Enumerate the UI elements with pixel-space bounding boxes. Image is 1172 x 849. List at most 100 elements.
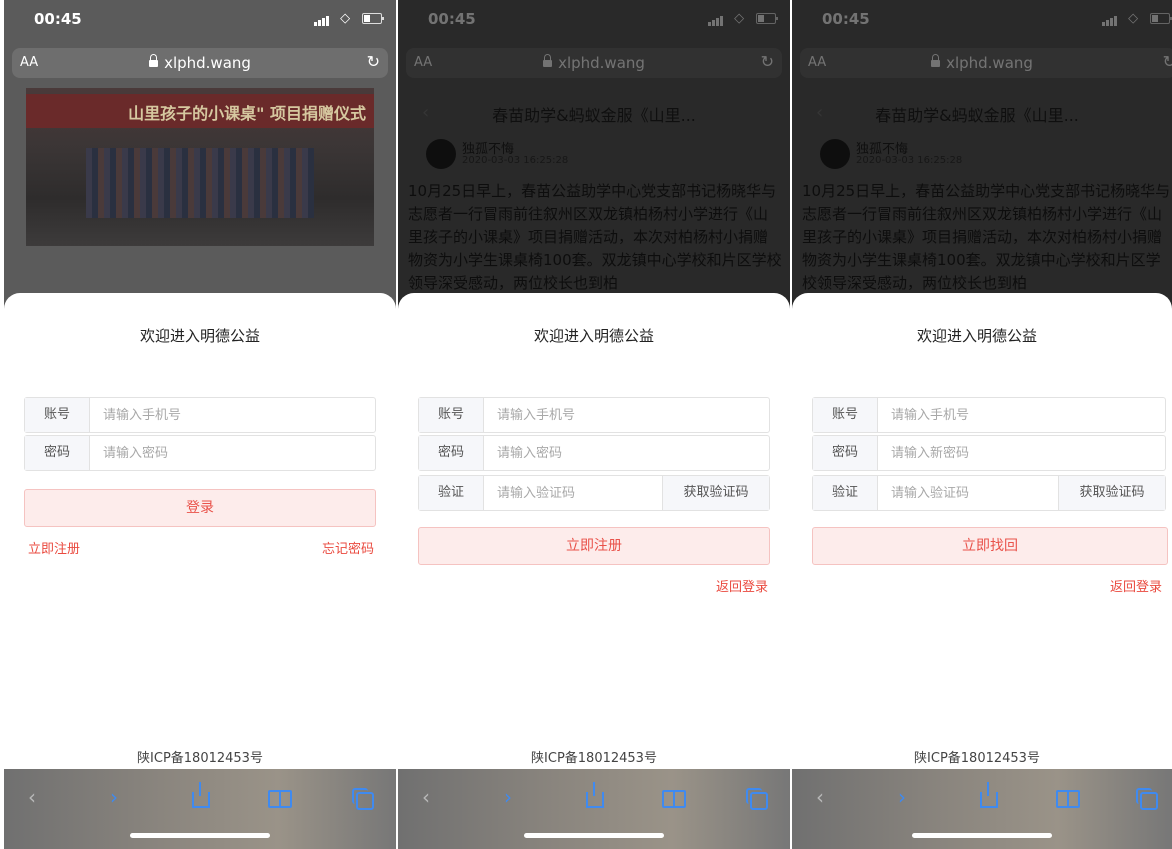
recover-sheet: 欢迎进入明德公益 账号 密码 验证 获取验证码 立即找回 返回登录 陕ICP备1… (792, 293, 1172, 849)
article-body: 10月25日早上，春苗公益助学中心党支部书记杨晓华与志愿者一行冒雨前往叙州区双龙… (802, 182, 1171, 292)
address-bar[interactable]: AA xlphd.wang ↻ (12, 48, 388, 78)
author-avatar (820, 139, 850, 169)
share-icon[interactable] (192, 782, 210, 813)
status-bar: 00:45 ◇ (4, 0, 396, 40)
address-domain: xlphd.wang (12, 54, 388, 72)
back-icon[interactable]: ‹ (816, 785, 824, 809)
tabs-icon[interactable] (352, 788, 374, 815)
register-sheet: 欢迎进入明德公益 账号 密码 验证 获取验证码 立即注册 返回登录 陕ICP备1… (398, 293, 790, 849)
address-bar[interactable]: AA xlphd.wang ↻ (800, 48, 1172, 78)
account-input[interactable] (877, 398, 1165, 432)
photo-banner-text: 山里孩子的小课桌" 项目捐赠仪式 (128, 104, 366, 123)
reload-icon[interactable]: ↻ (761, 52, 774, 71)
home-indicator (524, 833, 664, 838)
forward-icon[interactable]: › (898, 785, 906, 809)
welcome-title: 欢迎进入明德公益 (533, 327, 654, 345)
wifi-icon: ◇ (1128, 11, 1141, 26)
photo-banner: 山里孩子的小课桌" 项目捐赠仪式 (26, 94, 374, 128)
welcome-title: 欢迎进入明德公益 (916, 327, 1037, 345)
forward-icon[interactable]: › (110, 785, 118, 809)
account-row: 账号 (418, 397, 770, 433)
domain-text: xlphd.wang (164, 54, 251, 72)
address-domain: xlphd.wang (800, 54, 1164, 72)
password-input[interactable] (483, 436, 769, 470)
phone-register-screen: 00:45 ◇ AA xlphd.wang ↻ ‹ 春苗助学&蚂蚁金服《山里..… (398, 0, 790, 849)
tabs-icon[interactable] (1136, 788, 1158, 815)
status-icons: ◇ (1102, 11, 1172, 26)
lock-icon (149, 54, 159, 67)
verify-code-input[interactable] (483, 476, 663, 510)
account-label: 账号 (419, 398, 484, 432)
author-avatar (426, 139, 456, 169)
login-sheet: 欢迎进入明德公益 账号 密码 登录 立即注册 忘记密码 陕ICP备1801245… (4, 293, 396, 849)
password-label: 密码 (25, 436, 90, 470)
verify-code-input[interactable] (877, 476, 1059, 510)
signal-icon (314, 12, 330, 26)
browser-toolbar: ‹ › (4, 769, 396, 849)
status-icons: ◇ (314, 11, 384, 26)
article-timestamp: 2020-03-03 16:25:28 (462, 155, 569, 166)
bookmarks-icon[interactable] (1056, 789, 1080, 813)
account-input[interactable] (483, 398, 769, 432)
tabs-icon[interactable] (746, 788, 768, 815)
bookmarks-icon[interactable] (662, 789, 686, 813)
lock-icon (543, 54, 553, 67)
get-code-button[interactable]: 获取验证码 (1058, 476, 1165, 510)
login-button[interactable]: 登录 (24, 489, 376, 527)
browser-toolbar: ‹ › (792, 769, 1172, 849)
forward-icon[interactable]: › (504, 785, 512, 809)
status-bar: 00:45 ◇ (792, 0, 1172, 40)
home-indicator (130, 833, 270, 838)
event-photo: 山里孩子的小课桌" 项目捐赠仪式 (26, 88, 374, 246)
lock-icon (931, 54, 941, 67)
reload-icon[interactable]: ↻ (367, 52, 380, 71)
password-row: 密码 (24, 435, 376, 471)
password-row: 密码 (418, 435, 770, 471)
battery-icon (362, 13, 384, 24)
icp-footer: 陕ICP备18012453号 (137, 751, 263, 766)
password-label: 密码 (419, 436, 484, 470)
address-domain: xlphd.wang (406, 54, 782, 72)
article-title: 春苗助学&蚂蚁金服《山里... (492, 106, 696, 125)
password-input[interactable] (89, 436, 375, 470)
verify-label: 验证 (813, 476, 878, 510)
phone-recover-screen: 00:45 ◇ AA xlphd.wang ↻ ‹ 春苗助学&蚂蚁金服《山里..… (792, 0, 1172, 849)
signal-icon (1102, 12, 1118, 26)
share-icon[interactable] (980, 782, 998, 813)
article-title: 春苗助学&蚂蚁金服《山里... (875, 106, 1079, 125)
welcome-title: 欢迎进入明德公益 (139, 327, 260, 345)
get-code-button[interactable]: 获取验证码 (662, 476, 769, 510)
share-icon[interactable] (586, 782, 604, 813)
battery-icon (1150, 13, 1172, 24)
domain-text: xlphd.wang (558, 54, 645, 72)
icp-footer: 陕ICP备18012453号 (531, 751, 657, 766)
browser-toolbar: ‹ › (398, 769, 790, 849)
new-password-input[interactable] (877, 436, 1165, 470)
status-bar-overlay (398, 0, 790, 40)
register-link[interactable]: 立即注册 (28, 538, 80, 557)
reload-icon[interactable]: ↻ (1163, 52, 1172, 71)
recover-button[interactable]: 立即找回 (812, 527, 1168, 565)
back-to-login-link[interactable]: 返回登录 (716, 576, 768, 595)
account-row: 账号 (812, 397, 1166, 433)
domain-text: xlphd.wang (946, 54, 1033, 72)
status-time: 00:45 (822, 10, 870, 28)
bookmarks-icon[interactable] (268, 789, 292, 813)
account-label: 账号 (25, 398, 90, 432)
article-body: 10月25日早上，春苗公益助学中心党支部书记杨晓华与志愿者一行冒雨前往叙州区双龙… (408, 182, 782, 292)
status-time: 00:45 (34, 10, 82, 28)
account-input[interactable] (89, 398, 375, 432)
verify-label: 验证 (419, 476, 484, 510)
back-icon[interactable]: ‹ (28, 785, 36, 809)
wifi-icon: ◇ (340, 11, 353, 26)
verify-row: 验证 获取验证码 (812, 475, 1166, 511)
icp-footer: 陕ICP备18012453号 (914, 751, 1040, 766)
forgot-password-link[interactable]: 忘记密码 (322, 538, 374, 557)
back-icon[interactable]: ‹ (422, 785, 430, 809)
back-to-login-link[interactable]: 返回登录 (1110, 576, 1162, 595)
verify-row: 验证 获取验证码 (418, 475, 770, 511)
address-bar[interactable]: AA xlphd.wang ↻ (406, 48, 782, 78)
account-label: 账号 (813, 398, 878, 432)
register-button[interactable]: 立即注册 (418, 527, 770, 565)
photo-crowd (86, 148, 314, 218)
